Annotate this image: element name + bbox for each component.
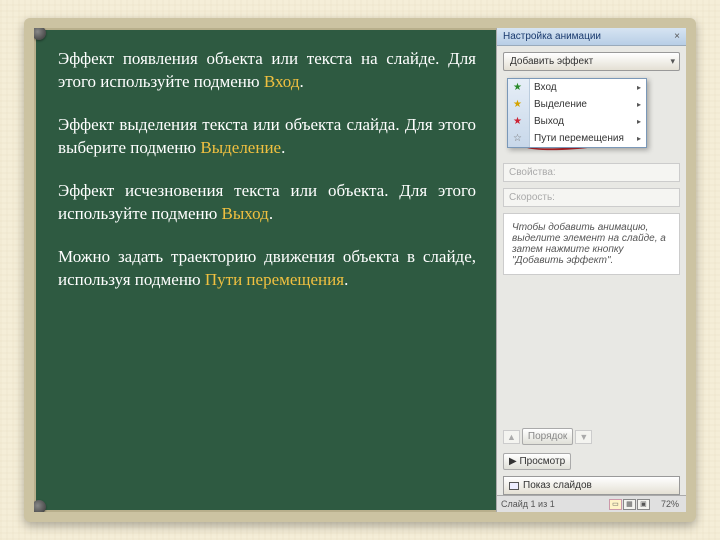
status-slide: Слайд 1 из 1 xyxy=(501,499,555,509)
menu-item-motion-path[interactable]: ☆Пути перемещения xyxy=(508,130,646,147)
effect-type-menu: ★Вход ★Выделение ★Выход ☆Пути перемещени… xyxy=(507,78,647,148)
reorder-down-icon[interactable]: ▼ xyxy=(575,430,592,444)
view-buttons: ▭ ▦ ▣ xyxy=(609,499,650,510)
close-icon[interactable]: × xyxy=(674,31,680,42)
speed-selector[interactable]: Скорость: xyxy=(503,188,680,207)
frame-corner-tl xyxy=(32,26,46,40)
paragraph-entrance: Эффект появления объекта или текста на с… xyxy=(58,48,476,94)
properties-selector[interactable]: Свойства: xyxy=(503,163,680,182)
zoom-level[interactable]: 72% xyxy=(658,499,682,509)
paragraph-motion-path: Можно задать траекторию движения объекта… xyxy=(58,246,476,292)
slideshow-button[interactable]: Показ слайдов xyxy=(503,476,680,495)
reorder-up-icon[interactable]: ▲ xyxy=(503,430,520,444)
hint-text: Чтобы добавить анимацию, выделите элемен… xyxy=(503,213,680,275)
view-sorter-icon[interactable]: ▦ xyxy=(623,499,636,510)
slideshow-icon xyxy=(509,482,519,490)
menu-item-exit[interactable]: ★Выход xyxy=(508,113,646,130)
star-icon: ★ xyxy=(513,99,522,110)
add-effect-button[interactable]: Добавить эффект xyxy=(503,52,680,71)
view-slideshow-icon[interactable]: ▣ xyxy=(637,499,650,510)
paragraph-emphasis: Эффект выделения текста или объекта слай… xyxy=(58,114,476,160)
status-bar: Слайд 1 из 1 ▭ ▦ ▣ 72% xyxy=(497,495,686,512)
menu-item-entrance[interactable]: ★Вход xyxy=(508,79,646,96)
pane-title: Настройка анимации xyxy=(503,31,601,42)
star-icon: ★ xyxy=(513,82,522,93)
reorder-label: Порядок xyxy=(522,428,573,445)
view-normal-icon[interactable]: ▭ xyxy=(609,499,622,510)
paragraph-exit: Эффект исчезновения текста или объекта. … xyxy=(58,180,476,226)
frame-corner-bl xyxy=(32,500,46,514)
star-icon: ★ xyxy=(513,116,522,127)
menu-item-emphasis[interactable]: ★Выделение xyxy=(508,96,646,113)
chalkboard-text: Эффект появления объекта или текста на с… xyxy=(34,28,496,512)
play-button[interactable]: ▶ Просмотр xyxy=(503,453,571,470)
animation-task-pane: Настройка анимации × Добавить эффект ★Вх… xyxy=(496,28,686,512)
pane-header: Настройка анимации × xyxy=(497,28,686,46)
star-icon: ☆ xyxy=(513,133,522,144)
